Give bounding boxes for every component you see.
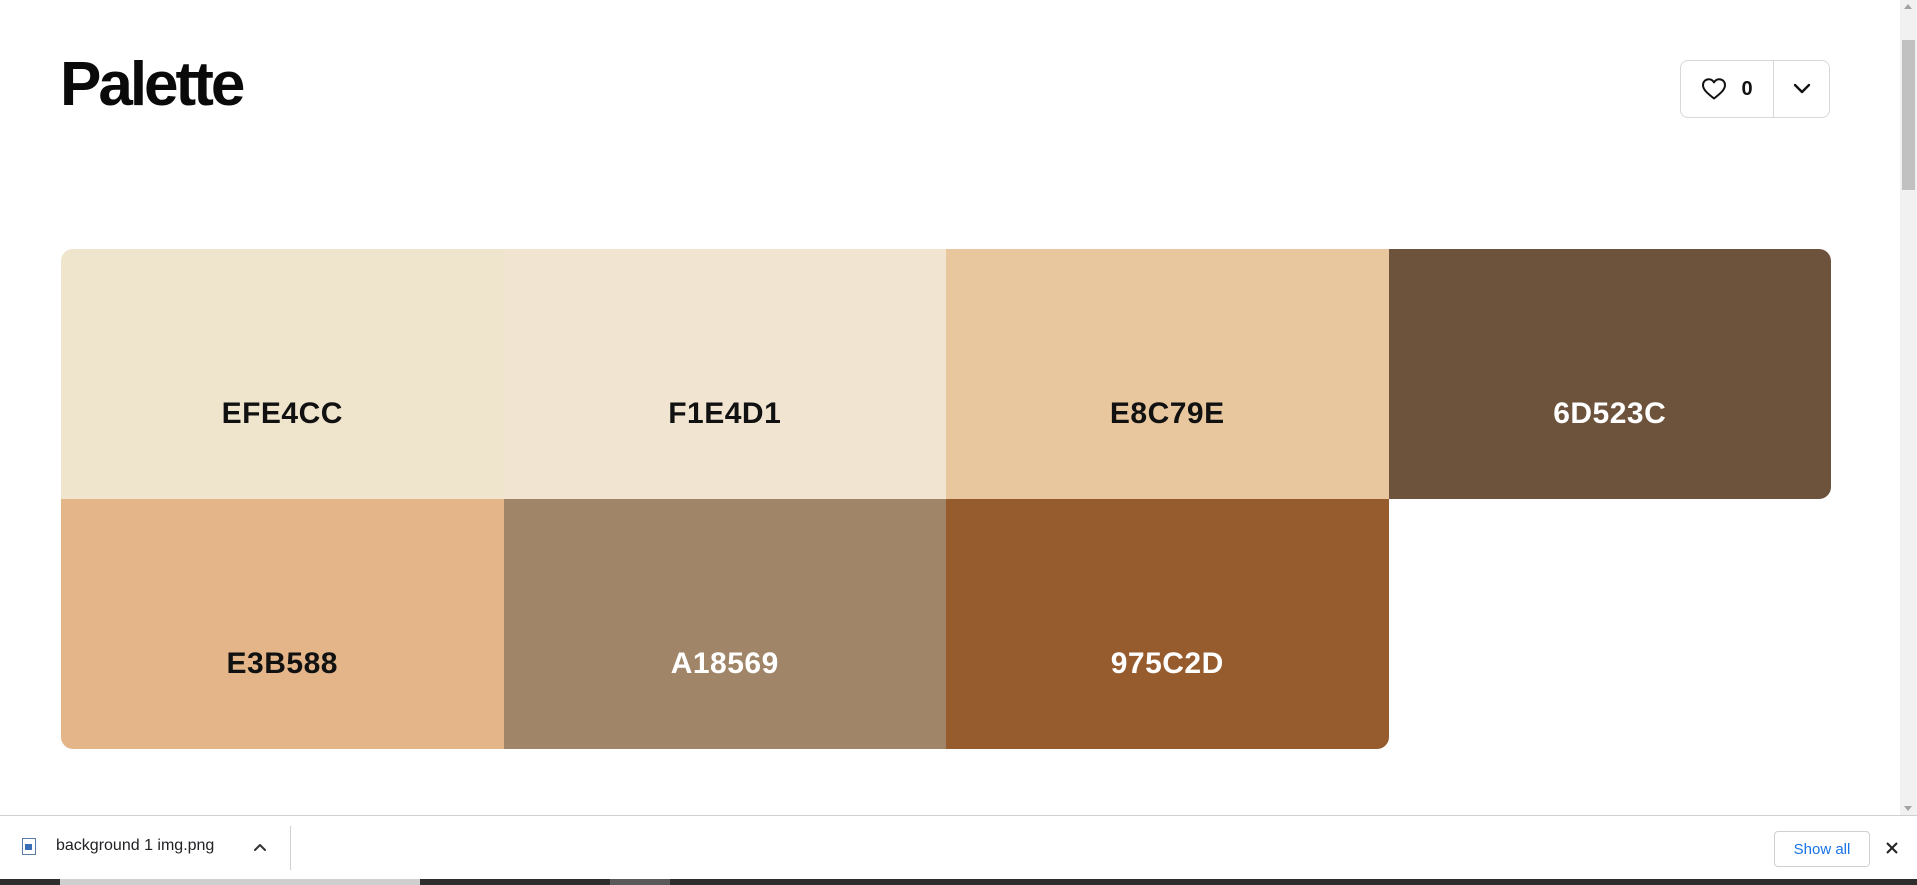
like-button[interactable]: 0: [1681, 61, 1774, 117]
palette-grid: EFE4CC F1E4D1 E8C79E 6D523C E3B588 A1856…: [61, 249, 1831, 749]
color-hex-label: A18569: [670, 647, 779, 680]
taskbar: [0, 879, 1917, 885]
download-bar: background 1 img.png Show all: [0, 815, 1917, 879]
scrollbar-thumb[interactable]: [1902, 40, 1915, 190]
chevron-down-icon: [1793, 83, 1810, 94]
color-hex-label: EFE4CC: [221, 397, 343, 430]
chevron-up-icon[interactable]: [253, 842, 267, 852]
color-swatch[interactable]: 975C2D: [946, 499, 1389, 749]
taskbar-item[interactable]: [610, 879, 670, 885]
heart-icon: [1702, 78, 1727, 100]
color-swatch[interactable]: E3B588: [61, 499, 504, 749]
color-hex-label: 975C2D: [1110, 647, 1224, 680]
download-file-name: background 1 img.png: [56, 837, 215, 854]
color-swatch[interactable]: E8C79E: [946, 249, 1389, 499]
download-item[interactable]: background 1 img.png: [0, 816, 290, 879]
show-all-button[interactable]: Show all: [1774, 831, 1870, 867]
color-hex-label: E8C79E: [1109, 397, 1225, 430]
divider: [290, 826, 291, 870]
taskbar-item[interactable]: [60, 879, 420, 885]
color-hex-label: E3B588: [226, 647, 338, 680]
color-hex-label: F1E4D1: [668, 397, 782, 430]
color-swatch[interactable]: 6D523C: [1388, 249, 1831, 499]
scroll-up-arrow-icon[interactable]: [1904, 4, 1912, 9]
vertical-scrollbar[interactable]: [1900, 0, 1917, 815]
color-hex-label: 6D523C: [1553, 397, 1667, 430]
color-swatch[interactable]: F1E4D1: [503, 249, 946, 499]
scroll-down-arrow-icon[interactable]: [1904, 806, 1912, 811]
color-swatch[interactable]: EFE4CC: [61, 249, 504, 499]
like-control: 0: [1680, 60, 1830, 118]
like-count: 0: [1741, 77, 1753, 100]
page-title: Palette: [60, 50, 245, 119]
close-icon[interactable]: [1884, 840, 1900, 856]
color-swatch[interactable]: A18569: [503, 499, 946, 749]
more-options-button[interactable]: [1774, 61, 1829, 117]
image-file-icon: [22, 838, 36, 855]
